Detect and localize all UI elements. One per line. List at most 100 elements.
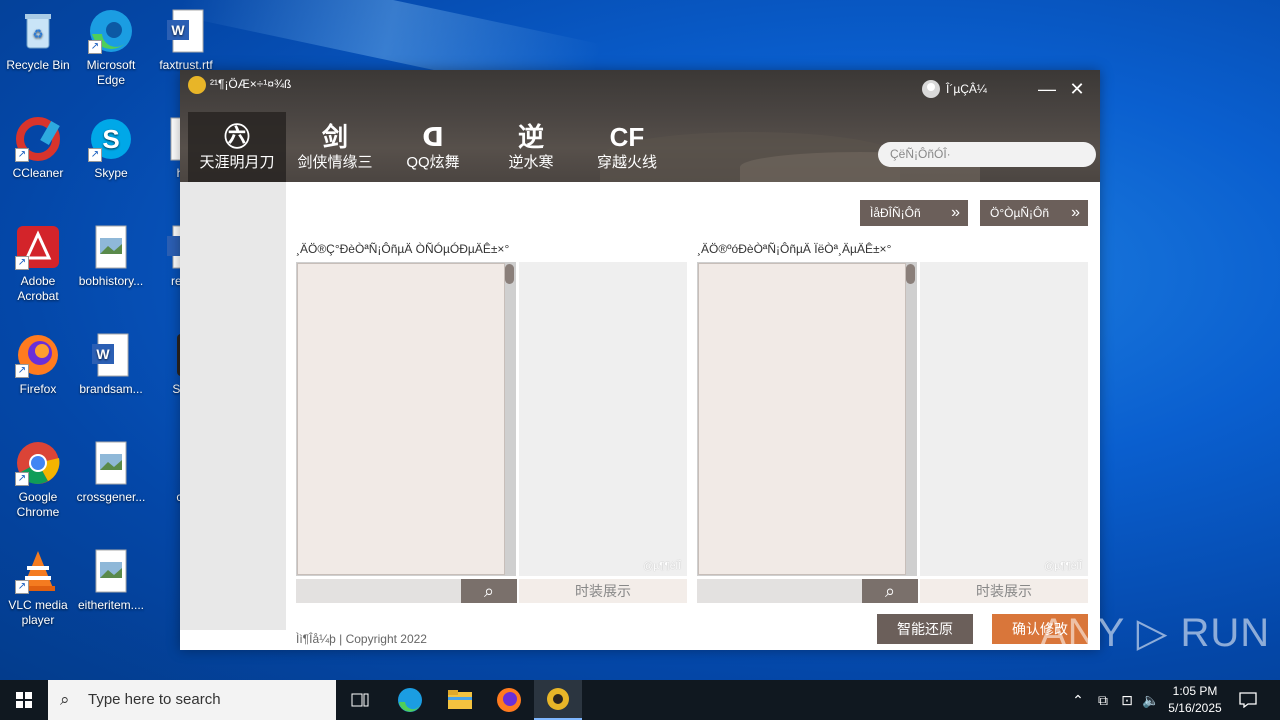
app-logo-icon [188, 76, 206, 94]
desktop-icon-bobhistory[interactable]: bobhistory... [73, 224, 149, 289]
button-label: ÌåÐÎÑ¡Ôñ [870, 206, 921, 220]
scrollbar-thumb[interactable] [906, 264, 915, 284]
desktop-icon-vlc[interactable]: ↗ VLC media player [0, 548, 76, 628]
desktop: ♻ Recycle Bin ↗ CCleaner ↗ Adobe Acrobat … [0, 0, 1280, 680]
desktop-icon-label: Skype [94, 166, 128, 180]
tab-jx3[interactable]: 剑 剑侠情缘三 [286, 112, 384, 182]
target-outfit-list[interactable] [697, 262, 917, 576]
ccleaner-icon: ↗ [15, 116, 61, 162]
outfit-search-input-after[interactable] [697, 579, 863, 603]
desktop-icon-ccleaner[interactable]: ↗ CCleaner [0, 116, 76, 181]
user-label: Î´µÇÂ¼ [946, 82, 987, 96]
list-content [297, 263, 505, 575]
tab-qqx5[interactable]: ᗡ QQ炫舞 [384, 112, 482, 182]
preview-watermark: @µ¶¶éÍÎ [1044, 561, 1082, 572]
search-button-before[interactable]: ⌕ [461, 579, 517, 603]
nishuihan-logo-icon: 逆 [517, 122, 544, 152]
taskbar-app-active[interactable] [534, 680, 582, 720]
user-avatar-icon [922, 80, 940, 98]
tab-crossfire[interactable]: CF 穿越火线 [578, 112, 676, 182]
search-icon: ⌕ [483, 581, 495, 601]
close-button[interactable]: ✕ [1065, 78, 1089, 100]
svg-text:W: W [171, 22, 185, 38]
folder-icon [448, 690, 472, 709]
tab-tianya[interactable]: ㊅ 天涯明月刀 [188, 112, 286, 182]
svg-text:♻: ♻ [33, 27, 44, 41]
windows-logo-icon [16, 692, 32, 708]
search-icon: ⌕ [60, 690, 70, 709]
outfit-search-input-before[interactable] [296, 579, 462, 603]
shortcut-arrow-icon: ↗ [88, 148, 102, 162]
desktop-icon-label: eitheritem.... [77, 598, 145, 612]
taskbar: ⌕ Type here to search ⌃ ⧉ ⊡ 🔈 1:05 PM 5/… [0, 680, 1280, 720]
network-icon[interactable]: ⊡ [1116, 680, 1138, 720]
search-button-after[interactable]: ⌕ [862, 579, 918, 603]
app-title: ²¹¶¡ÖÆ×÷¹¤¾ß [210, 77, 292, 91]
outfit-preview-before: @µ¶¶éÍÎ [519, 262, 687, 576]
list-content [698, 263, 906, 575]
skype-icon: S ↗ [88, 116, 134, 162]
owned-outfit-list[interactable] [296, 262, 516, 576]
copyright-text: Ìì¶Îå¼þ | Copyright 2022 [296, 632, 427, 646]
preview-label-after: 时装展示 [920, 579, 1088, 603]
body-type-select-button[interactable]: ÌåÐÎÑ¡Ôñ » [860, 200, 968, 226]
taskbar-search-input[interactable]: ⌕ Type here to search [48, 680, 336, 720]
start-button[interactable] [0, 680, 48, 720]
desktop-icon-label: Firefox [19, 382, 57, 396]
panel-title-after: ¸ÄÖ®ºóÐèÒªÑ¡ÔñµÄ ÏëÒª¸ÄµÄÊ±×° [697, 242, 892, 256]
desktop-icon-label: crossgener... [76, 490, 146, 504]
jx3-logo-icon: 剑 [321, 122, 348, 152]
desktop-icon-firefox[interactable]: ↗ Firefox [0, 332, 76, 397]
desktop-icon-label: brandsam... [79, 382, 143, 396]
preview-label-before: 时装展示 [519, 579, 687, 603]
recycle-bin-icon: ♻ [15, 8, 61, 54]
tray-device-icon[interactable]: ⧉ [1092, 680, 1114, 720]
shortcut-arrow-icon: ↗ [15, 148, 29, 162]
image-file-icon [88, 224, 134, 270]
taskbar-firefox[interactable] [485, 680, 533, 720]
desktop-icon-google-chrome[interactable]: ↗ Google Chrome [0, 440, 76, 520]
desktop-icon-brandsam[interactable]: W brandsam... [73, 332, 149, 397]
qqx5-logo-icon: ᗡ [422, 122, 444, 152]
desktop-icon-crossgener[interactable]: crossgener... [73, 440, 149, 505]
desktop-icon-adobe-acrobat[interactable]: ↗ Adobe Acrobat [0, 224, 76, 304]
app-header: ²¹¶¡ÖÆ×÷¹¤¾ß Î´µÇÂ¼ — ✕ ㊅ 天涯明月刀 剑 剑侠情缘三 … [180, 70, 1100, 182]
taskbar-edge[interactable] [386, 680, 434, 720]
scrollbar-thumb[interactable] [505, 264, 514, 284]
desktop-icon-label: Google Chrome [16, 490, 60, 519]
tray-overflow-chevron-icon[interactable]: ⌃ [1068, 680, 1088, 720]
notification-icon[interactable] [1236, 680, 1260, 720]
desktop-icon-label: Adobe Acrobat [17, 274, 59, 303]
task-view-icon [351, 693, 369, 707]
clock[interactable]: 1:05 PM 5/16/2025 [1160, 683, 1230, 717]
desktop-icon-skype[interactable]: S ↗ Skype [73, 116, 149, 181]
task-view-button[interactable] [336, 680, 384, 720]
search-placeholder: Type here to search [88, 691, 221, 708]
shortcut-arrow-icon: ↗ [15, 580, 29, 594]
user-login[interactable]: Î´µÇÂ¼ [922, 80, 987, 98]
smart-restore-button[interactable]: 智能还原 [877, 614, 973, 644]
desktop-icon-label: CCleaner [12, 166, 64, 180]
profession-select-button[interactable]: Ö°ÒµÑ¡Ôñ » [980, 200, 1088, 226]
acrobat-icon: ↗ [15, 224, 61, 270]
tab-label: 逆水寒 [508, 154, 554, 171]
tab-label: 穿越火线 [596, 154, 657, 171]
game-search-input[interactable]: ÇëÑ¡ÔñÓÎ· [878, 142, 1096, 167]
shortcut-arrow-icon: ↗ [88, 40, 102, 54]
desktop-icon-recycle-bin[interactable]: ♻ Recycle Bin [0, 8, 76, 73]
tab-label: 剑侠情缘三 [297, 154, 373, 171]
minimize-button[interactable]: — [1035, 78, 1059, 100]
desktop-icon-label: VLC media player [8, 598, 68, 627]
tab-nishuihan[interactable]: 逆 逆水寒 [482, 112, 580, 182]
desktop-icon-faxtrust[interactable]: W faxtrust.rtf [148, 8, 224, 73]
clock-date: 5/16/2025 [1168, 701, 1222, 715]
desktop-icon-edge[interactable]: ↗ Microsoft Edge [73, 8, 149, 88]
button-label: Ö°ÒµÑ¡Ôñ [990, 206, 1050, 220]
outfit-preview-after: @µ¶¶éÍÎ [920, 262, 1088, 576]
volume-icon[interactable]: 🔈 [1140, 680, 1162, 720]
taskbar-file-explorer[interactable] [436, 680, 484, 720]
vlc-icon: ↗ [15, 548, 61, 594]
chevron-right-icon: » [951, 204, 960, 221]
desktop-icon-eitheritem[interactable]: eitheritem.... [73, 548, 149, 613]
chrome-icon: ↗ [15, 440, 61, 486]
